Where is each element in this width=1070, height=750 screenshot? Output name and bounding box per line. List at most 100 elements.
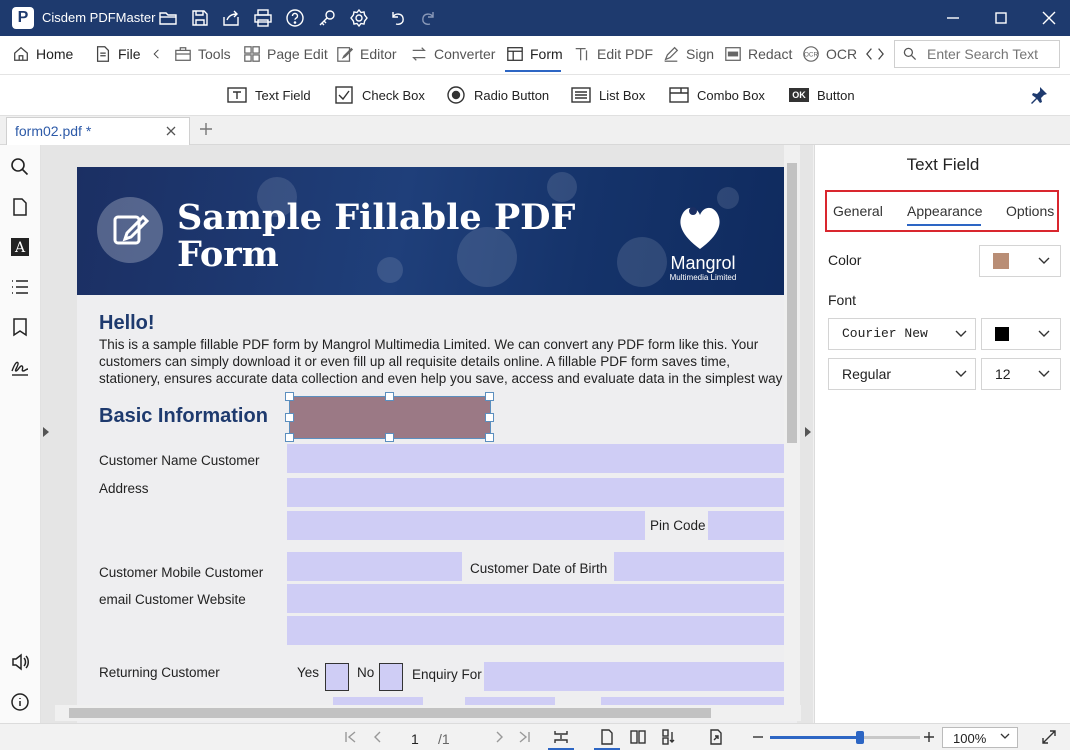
vertical-scroll-thumb[interactable] — [787, 163, 797, 443]
single-page-icon[interactable] — [599, 729, 615, 745]
menu-tools[interactable]: Tools — [174, 36, 231, 72]
button-tool[interactable]: OK Button — [789, 85, 855, 105]
document-banner: Sample Fillable PDF Form Mangrol Multime… — [77, 167, 797, 295]
enquiry-field[interactable] — [484, 662, 797, 691]
vertical-scrollbar[interactable] — [784, 145, 800, 707]
current-page[interactable]: 1 — [411, 731, 419, 747]
share-icon[interactable] — [221, 8, 241, 28]
combo-box-tool[interactable]: Combo Box — [669, 85, 765, 105]
text-field-tool[interactable]: Text Field — [227, 85, 311, 105]
yes-checkbox[interactable] — [325, 663, 349, 691]
horizontal-scrollbar[interactable] — [55, 705, 801, 721]
resize-handle[interactable] — [285, 392, 294, 401]
resize-handle[interactable] — [285, 433, 294, 442]
address-field-1[interactable] — [287, 478, 797, 507]
menu-file[interactable]: File — [94, 36, 141, 72]
radio-button-tool[interactable]: Radio Button — [446, 85, 549, 105]
minimize-icon[interactable] — [943, 8, 963, 28]
print-icon[interactable] — [253, 8, 273, 28]
last-page-icon[interactable] — [516, 729, 532, 745]
font-family-select[interactable]: Courier New — [828, 318, 976, 350]
sidebar-list-icon[interactable] — [10, 277, 30, 297]
next-page-icon[interactable] — [491, 729, 507, 745]
resize-handle[interactable] — [385, 392, 394, 401]
resize-handle[interactable] — [485, 392, 494, 401]
close-tab-icon[interactable] — [165, 125, 177, 137]
sidebar-text-icon[interactable]: A — [10, 237, 30, 257]
menu-sign[interactable]: Sign — [662, 36, 714, 72]
search-input[interactable] — [925, 44, 1057, 64]
two-page-icon[interactable] — [630, 729, 646, 745]
no-checkbox[interactable] — [379, 663, 403, 691]
customer-mobile-field[interactable] — [287, 552, 462, 581]
menu-edit-pdf[interactable]: Edit PDF — [573, 36, 653, 72]
zoom-slider-handle[interactable] — [856, 731, 864, 744]
resize-handle[interactable] — [485, 413, 494, 422]
svg-text:OCR: OCR — [804, 52, 818, 59]
help-icon[interactable] — [285, 8, 305, 28]
horizontal-scroll-thumb[interactable] — [69, 708, 711, 718]
font-color-select[interactable] — [981, 318, 1061, 350]
menu-editor[interactable]: Editor — [336, 36, 397, 72]
color-select[interactable] — [979, 245, 1061, 277]
customer-name-field[interactable] — [287, 444, 797, 473]
maximize-icon[interactable] — [991, 8, 1011, 28]
pin-icon[interactable] — [1029, 85, 1049, 105]
first-page-icon[interactable] — [343, 729, 359, 745]
email-field[interactable] — [287, 584, 797, 613]
address-field-2[interactable] — [287, 511, 645, 540]
search-box[interactable] — [894, 40, 1060, 68]
save-icon[interactable] — [190, 8, 210, 28]
tab-options[interactable]: Options — [1006, 203, 1054, 219]
resize-handle[interactable] — [285, 413, 294, 422]
sidebar-info-icon[interactable] — [10, 692, 30, 712]
resize-handle[interactable] — [385, 433, 394, 442]
dob-field[interactable] — [614, 552, 797, 581]
zoom-select[interactable]: 100% — [942, 727, 1018, 748]
menu-page-edit[interactable]: Page Edit — [243, 36, 328, 72]
list-box-tool[interactable]: List Box — [571, 85, 645, 105]
redo-icon[interactable] — [418, 8, 438, 28]
new-tab-icon[interactable] — [198, 121, 214, 137]
sidebar-bookmark-icon[interactable] — [10, 317, 30, 337]
svg-text:A: A — [14, 240, 26, 256]
font-size-select[interactable]: 12 — [981, 358, 1061, 390]
zoom-in-icon[interactable] — [921, 729, 937, 745]
menu-redact[interactable]: Redact — [724, 36, 792, 72]
tab-appearance[interactable]: Appearance — [907, 203, 983, 219]
fit-page-icon[interactable] — [553, 729, 569, 745]
previous-page-icon[interactable] — [370, 729, 386, 745]
open-folder-icon[interactable] — [158, 8, 178, 28]
document-viewer[interactable]: Sample Fillable PDF Form Mangrol Multime… — [41, 145, 813, 723]
menu-converter[interactable]: Converter — [410, 36, 495, 72]
zoom-out-icon[interactable] — [750, 729, 766, 745]
properties-panel: Text Field General Appearance Options Co… — [814, 145, 1070, 723]
menu-page-edit-label: Page Edit — [267, 46, 328, 62]
fullscreen-icon[interactable] — [1041, 729, 1057, 745]
expand-right-panel-icon[interactable] — [803, 425, 813, 439]
sidebar-audio-icon[interactable] — [10, 652, 30, 672]
address-label: Address — [99, 481, 149, 496]
check-box-tool[interactable]: Check Box — [334, 85, 425, 105]
sidebar-search-icon[interactable] — [10, 157, 30, 177]
website-field[interactable] — [287, 616, 797, 645]
export-page-icon[interactable] — [708, 729, 724, 745]
document-tab[interactable]: form02.pdf * — [6, 117, 190, 145]
zoom-slider[interactable] — [770, 731, 920, 744]
font-style-select[interactable]: Regular — [828, 358, 976, 390]
key-icon[interactable] — [317, 8, 337, 28]
menu-home[interactable]: Home — [12, 36, 73, 72]
expand-left-panel-icon[interactable] — [41, 425, 51, 439]
resize-handle[interactable] — [485, 433, 494, 442]
tab-general[interactable]: General — [833, 203, 883, 219]
sidebar-signature-icon[interactable] — [10, 357, 30, 377]
menu-form[interactable]: Form — [506, 36, 563, 72]
scroll-mode-icon[interactable] — [661, 729, 677, 745]
menu-scroll-arrows[interactable] — [864, 36, 886, 72]
sidebar-page-icon[interactable] — [10, 197, 30, 217]
menu-ocr[interactable]: OCR OCR — [802, 36, 857, 72]
undo-icon[interactable] — [388, 8, 408, 28]
menu-scroll-left[interactable] — [150, 36, 164, 72]
settings-icon[interactable] — [349, 8, 369, 28]
close-window-icon[interactable] — [1039, 8, 1059, 28]
